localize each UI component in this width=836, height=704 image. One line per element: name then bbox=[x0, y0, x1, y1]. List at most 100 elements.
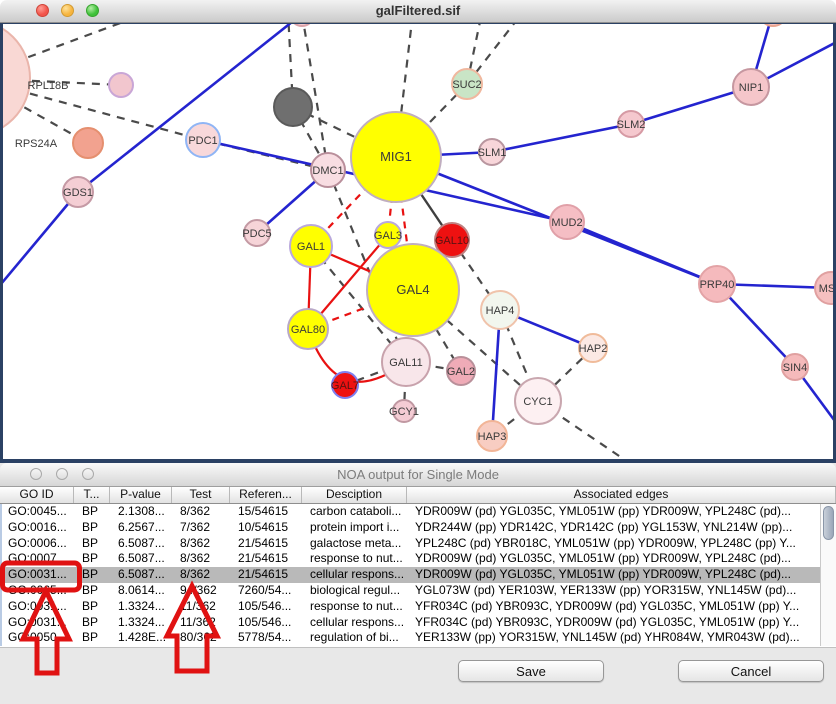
table-cell: 6.5087... bbox=[112, 536, 174, 552]
node-label: GAL4 bbox=[396, 282, 429, 297]
node-label: RPS24A bbox=[15, 138, 58, 150]
close-button[interactable] bbox=[36, 4, 49, 17]
table-cell: BP bbox=[76, 551, 112, 567]
edge-pp bbox=[3, 192, 78, 290]
table-row[interactable]: GO:0065...BP8.0614...94/3627260/54...bio… bbox=[2, 583, 820, 599]
node-TOP2[interactable] bbox=[759, 24, 787, 26]
node-label: SLM2 bbox=[617, 119, 646, 131]
table-cell: response to nut... bbox=[304, 551, 409, 567]
table-cell: BP bbox=[76, 536, 112, 552]
table-cell: YDR009W (pd) YGL035C, YML051W (pp) YDR00… bbox=[409, 551, 820, 567]
table-cell: 8.0614... bbox=[112, 583, 174, 599]
vertical-scrollbar[interactable] bbox=[820, 504, 836, 646]
scrollbar-thumb[interactable] bbox=[823, 506, 834, 540]
table-cell: 6.2567... bbox=[112, 520, 174, 536]
network-window: galFiltered.sif RPL18BRPS24AGDS1PDC1DMC1… bbox=[0, 0, 836, 463]
column-header[interactable]: P-value bbox=[110, 487, 172, 503]
table-cell: 105/546... bbox=[232, 599, 304, 615]
table-cell: YDR009W (pd) YGL035C, YML051W (pp) YDR00… bbox=[409, 567, 820, 583]
table-cell: 8/362 bbox=[174, 536, 232, 552]
cancel-button[interactable]: Cancel bbox=[678, 660, 824, 682]
column-header[interactable]: Associated edges bbox=[407, 487, 836, 503]
node-label: SLM1 bbox=[478, 147, 507, 159]
table-cell: GO:0031... bbox=[2, 567, 76, 583]
table-bottom-divider bbox=[0, 647, 836, 648]
table-cell: GO:0016... bbox=[2, 520, 76, 536]
column-header[interactable]: Test bbox=[172, 487, 230, 503]
minimize-button[interactable] bbox=[61, 4, 74, 17]
table-cell: 8/362 bbox=[174, 504, 232, 520]
table-cell: 8/362 bbox=[174, 551, 232, 567]
node-label: GAL2 bbox=[447, 366, 475, 378]
node-label: DMC1 bbox=[312, 165, 343, 177]
table-cell: 10/54615 bbox=[232, 520, 304, 536]
table-cell: 21/54615 bbox=[232, 536, 304, 552]
table-cell: YGL073W (pd) YER103W, YER133W (pp) YOR31… bbox=[409, 583, 820, 599]
node-label: RPL18B bbox=[28, 80, 69, 92]
table-cell: regulation of bi... bbox=[304, 630, 409, 646]
table-cell: YPL248C (pd) YBR018C, YML051W (pp) YDR00… bbox=[409, 536, 820, 552]
node-label: GAL10 bbox=[435, 235, 469, 247]
node-label: MIG1 bbox=[380, 149, 412, 164]
node-label: GCY1 bbox=[389, 406, 419, 418]
table-cell: GO:0006... bbox=[2, 536, 76, 552]
node-label: GAL3 bbox=[374, 230, 402, 242]
column-header[interactable]: GO ID bbox=[0, 487, 74, 503]
node-label: NIP1 bbox=[739, 82, 763, 94]
table-cell: YFR034C (pd) YBR093C, YDR009W (pd) YGL03… bbox=[409, 599, 820, 615]
table-row[interactable]: GO:0050...BP1.428E...80/3625778/54...reg… bbox=[2, 630, 820, 646]
save-button[interactable]: Save bbox=[458, 660, 604, 682]
table-cell: 1.3324... bbox=[112, 615, 174, 631]
zoom-button[interactable] bbox=[86, 4, 99, 17]
noa-close-button[interactable] bbox=[30, 468, 42, 480]
node-GRAY1[interactable] bbox=[274, 88, 312, 126]
node-TOP1[interactable] bbox=[290, 24, 314, 26]
node-label: GAL80 bbox=[291, 324, 325, 336]
table-cell: BP bbox=[76, 520, 112, 536]
table-row[interactable]: GO:0031...BP6.5087...8/36221/54615cellul… bbox=[2, 567, 820, 583]
node-label: HAP3 bbox=[478, 431, 507, 443]
network-window-titlebar[interactable]: galFiltered.sif bbox=[0, 0, 836, 23]
noa-minimize-button[interactable] bbox=[56, 468, 68, 480]
table-cell: 80/362 bbox=[174, 630, 232, 646]
column-header[interactable]: Desciption bbox=[302, 487, 407, 503]
column-header[interactable]: T... bbox=[74, 487, 110, 503]
table-cell: GO:0050... bbox=[2, 630, 76, 646]
table-row[interactable]: GO:0031...BP1.3324...11/362105/546...cel… bbox=[2, 615, 820, 631]
noa-window: NOA output for Single Mode GO IDT...P-va… bbox=[0, 463, 836, 704]
table-row[interactable]: GO:0045...BP2.1308...8/36215/54615carbon… bbox=[2, 504, 820, 520]
column-header[interactable]: Referen... bbox=[230, 487, 302, 503]
table-cell: cellular respons... bbox=[304, 567, 409, 583]
node-label: HAP4 bbox=[486, 305, 515, 317]
table-cell: GO:0065... bbox=[2, 583, 76, 599]
node-RPL18B[interactable] bbox=[109, 73, 133, 97]
node-BIGPINK[interactable] bbox=[3, 24, 30, 136]
table-cell: galactose meta... bbox=[304, 536, 409, 552]
table-cell: protein import i... bbox=[304, 520, 409, 536]
table-cell: 21/54615 bbox=[232, 551, 304, 567]
table-cell: 6.5087... bbox=[112, 567, 174, 583]
table-cell: 11/362 bbox=[174, 615, 232, 631]
node-label: GAL11 bbox=[389, 357, 422, 369]
network-canvas[interactable]: RPL18BRPS24AGDS1PDC1DMC1MIG1SUC2SLM1SLM2… bbox=[0, 23, 836, 463]
table-cell: biological regul... bbox=[304, 583, 409, 599]
table-row[interactable]: GO:0031...BP1.3324...11/362105/546...res… bbox=[2, 599, 820, 615]
table-row[interactable]: GO:0006...BP6.5087...8/36221/54615galact… bbox=[2, 536, 820, 552]
table-cell: YDR009W (pd) YGL035C, YML051W (pp) YDR00… bbox=[409, 504, 820, 520]
table-cell: 11/362 bbox=[174, 599, 232, 615]
table-cell: 2.1308... bbox=[112, 504, 174, 520]
table-cell: 1.3324... bbox=[112, 599, 174, 615]
table-cell: 105/546... bbox=[232, 615, 304, 631]
table-row[interactable]: GO:0016...BP6.2567...7/36210/54615protei… bbox=[2, 520, 820, 536]
table-cell: response to nut... bbox=[304, 599, 409, 615]
node-RPS24A[interactable] bbox=[73, 128, 103, 158]
table-body: GO:0045...BP2.1308...8/36215/54615carbon… bbox=[0, 504, 820, 646]
table-cell: BP bbox=[76, 599, 112, 615]
screenshot-root: galFiltered.sif RPL18BRPS24AGDS1PDC1DMC1… bbox=[0, 0, 836, 704]
table-row[interactable]: GO:0007...BP6.5087...8/36221/54615respon… bbox=[2, 551, 820, 567]
noa-zoom-button[interactable] bbox=[82, 468, 94, 480]
table-cell: BP bbox=[76, 615, 112, 631]
table-cell: GO:0031... bbox=[2, 615, 76, 631]
noa-titlebar[interactable]: NOA output for Single Mode bbox=[0, 463, 836, 487]
table-cell: GO:0031... bbox=[2, 599, 76, 615]
